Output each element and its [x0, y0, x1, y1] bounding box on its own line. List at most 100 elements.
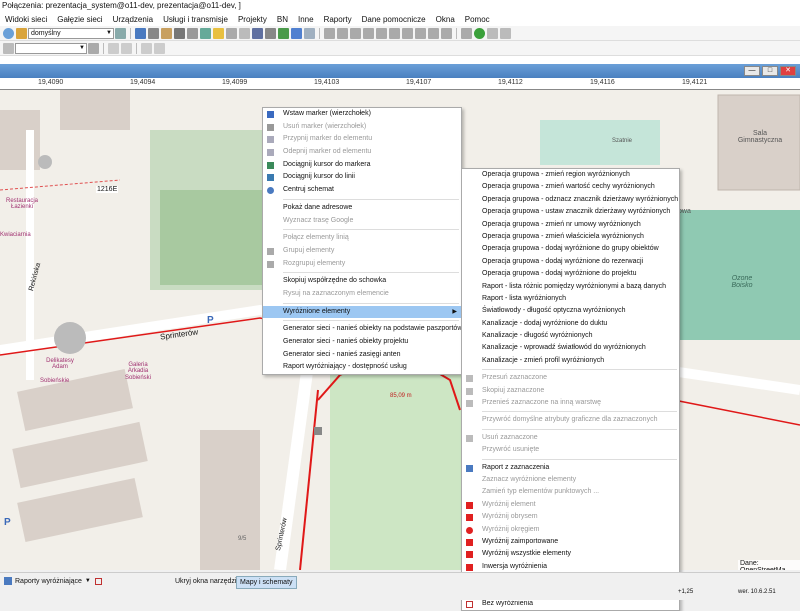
menu-item-7[interactable]: Raporty: [319, 15, 357, 24]
submenu-item[interactable]: Kanalizacje - dodaj wyróżnione do duktu: [462, 318, 679, 330]
submenu-item[interactable]: Zamień typ elementów punktowych ...: [462, 486, 679, 498]
dropdown-icon[interactable]: [154, 42, 165, 54]
submenu-item[interactable]: Wyróżnij okręgiem: [462, 524, 679, 536]
submenu-item[interactable]: Operacja grupowa - dodaj wyróżnione do r…: [462, 256, 679, 268]
settings-icon[interactable]: [115, 27, 126, 39]
menu-item-4[interactable]: Projekty: [233, 15, 272, 24]
context-menu-item[interactable]: Rysuj na zaznaczonym elemencie: [263, 288, 461, 301]
submenu-item[interactable]: Wyróżnij zaimportowane: [462, 536, 679, 548]
measure-icon[interactable]: [441, 27, 452, 39]
context-menu-item[interactable]: Skopiuj współrzędne do schowka: [263, 275, 461, 288]
menu-item-1[interactable]: Gałęzie sieci: [52, 15, 107, 24]
points-icon[interactable]: [304, 27, 315, 39]
context-menu-item[interactable]: Dociągnij kursor do linii: [263, 171, 461, 184]
context-menu-item[interactable]: Pokaż dane adresowe: [263, 202, 461, 215]
minimize-button[interactable]: —: [744, 66, 760, 76]
layer-combo[interactable]: ▼: [15, 42, 87, 54]
report-button[interactable]: Raporty wyróżniające ▼: [4, 577, 102, 585]
context-menu-item[interactable]: Centruj schemat: [263, 184, 461, 197]
submenu-item[interactable]: Raport - lista różnic pomiędzy wyróżnion…: [462, 281, 679, 293]
submenu-item[interactable]: Wyróżnij obrysem: [462, 511, 679, 523]
submenu-item[interactable]: Raport - lista wyróżnionych: [462, 293, 679, 305]
menu-item-6[interactable]: Inne: [293, 15, 319, 24]
context-menu-item[interactable]: Wstaw marker (wierzchołek): [263, 108, 461, 121]
close-button[interactable]: ✕: [780, 66, 796, 76]
map-icon[interactable]: [200, 27, 211, 39]
submenu-item[interactable]: Skopiuj zaznaczone: [462, 385, 679, 397]
frame-icon[interactable]: [239, 27, 250, 39]
forward-icon[interactable]: [389, 27, 400, 39]
context-menu-item[interactable]: Dociągnij kursor do markera: [263, 159, 461, 172]
select-icon[interactable]: [135, 27, 146, 39]
globe-icon[interactable]: [474, 27, 485, 39]
submenu-item[interactable]: Operacja grupowa - odznacz znacznik dzie…: [462, 194, 679, 206]
submenu-item[interactable]: Operacja grupowa - zmień właściciela wyr…: [462, 231, 679, 243]
submenu-item[interactable]: Kanalizacje - długość wyróżnionych: [462, 330, 679, 342]
context-menu-item[interactable]: Raport wyróżniający - dostępność usług: [263, 361, 461, 374]
menu-item-0[interactable]: Widoki sieci: [0, 15, 52, 24]
submenu-item[interactable]: Operacja grupowa - zmień region wyróżnio…: [462, 169, 679, 181]
filter-icon[interactable]: [88, 42, 99, 54]
menu-item-3[interactable]: Usługi i transmisje: [158, 15, 233, 24]
zoom-out-icon[interactable]: [337, 27, 348, 39]
style-combo[interactable]: domyślny ▼: [28, 27, 114, 39]
submenu-item[interactable]: Raport z zaznaczenia: [462, 462, 679, 474]
draw-polyline-icon[interactable]: [121, 42, 132, 54]
stop-icon[interactable]: [402, 27, 413, 39]
pan-icon[interactable]: [148, 27, 159, 39]
submenu-item[interactable]: Światłowody - długość optyczna wyróżnion…: [462, 305, 679, 317]
tree-icon[interactable]: [278, 27, 289, 39]
submenu-item[interactable]: Usuń zaznaczone: [462, 432, 679, 444]
print-icon[interactable]: [187, 27, 198, 39]
menu-item-9[interactable]: Okna: [431, 15, 460, 24]
context-menu-item[interactable]: Połącz elementy linią: [263, 232, 461, 245]
context-menu-item[interactable]: Rozgrupuj elementy: [263, 258, 461, 271]
flag-icon[interactable]: [428, 27, 439, 39]
clear-icon[interactable]: [94, 577, 102, 585]
context-menu-item[interactable]: Odepnij marker od elementu: [263, 146, 461, 159]
maximize-button[interactable]: □: [762, 66, 778, 76]
network-node[interactable]: [314, 427, 322, 435]
fit-icon[interactable]: [350, 27, 361, 39]
context-menu-item[interactable]: Wyróżnione elementy ▶: [263, 305, 461, 319]
car-icon[interactable]: [174, 27, 185, 39]
zoom-icon[interactable]: [16, 27, 27, 39]
text-icon[interactable]: [141, 42, 152, 54]
layers-icon[interactable]: [3, 42, 14, 54]
menu-item-8[interactable]: Dane pomocnicze: [357, 15, 431, 24]
layer-icon[interactable]: [213, 27, 224, 39]
zoom-in-icon[interactable]: [324, 27, 335, 39]
submenu-item[interactable]: Wyróżnij element: [462, 499, 679, 511]
tab-maps-schemes[interactable]: Mapy i schematy: [236, 576, 297, 589]
context-menu-item[interactable]: Grupuj elementy: [263, 245, 461, 258]
link-icon[interactable]: [461, 27, 472, 39]
menu-item-2[interactable]: Urządzenia: [108, 15, 158, 24]
submenu-item[interactable]: Przywróć usunięte: [462, 444, 679, 456]
submenu-item[interactable]: Kanalizacje - wprowadź światłowód do wyr…: [462, 342, 679, 354]
bookmark-icon[interactable]: [415, 27, 426, 39]
select-area-icon[interactable]: [291, 27, 302, 39]
submenu-item[interactable]: Operacja grupowa - dodaj wyróżnione do g…: [462, 243, 679, 255]
context-menu-item[interactable]: Usuń marker (wierzchołek): [263, 121, 461, 134]
menu-item-5[interactable]: BN: [272, 15, 293, 24]
draw-line-icon[interactable]: [108, 42, 119, 54]
submenu-item[interactable]: Operacja grupowa - zmień nr umowy wyróżn…: [462, 219, 679, 231]
crop-icon[interactable]: [265, 27, 276, 39]
refresh-icon[interactable]: [363, 27, 374, 39]
submenu-item[interactable]: Wyróżnij wszystkie elementy: [462, 548, 679, 560]
submenu-item[interactable]: Przywróć domyślne atrybuty graficzne dla…: [462, 414, 679, 426]
person-icon[interactable]: [487, 27, 498, 39]
grid-icon[interactable]: [226, 27, 237, 39]
submenu-item[interactable]: Zaznacz wyróżnione elementy: [462, 474, 679, 486]
submenu-item[interactable]: Przenieś zaznaczone na inną warstwę: [462, 397, 679, 409]
context-menu-item[interactable]: Wyznacz trasę Google: [263, 215, 461, 228]
back-icon[interactable]: [376, 27, 387, 39]
context-menu-item[interactable]: Generator sieci - nanieś obiekty projekt…: [263, 336, 461, 349]
submenu-item[interactable]: Operacja grupowa - dodaj wyróżnione do p…: [462, 268, 679, 280]
context-menu-item[interactable]: Generator sieci - nanieś obiekty na pods…: [263, 323, 462, 336]
menu-item-10[interactable]: Pomoc: [460, 15, 495, 24]
hide-tools-button[interactable]: Ukryj okna narzędzi: [172, 576, 239, 587]
submenu-item[interactable]: Operacja grupowa - ustaw znacznik dzierż…: [462, 206, 679, 218]
lock-icon[interactable]: [252, 27, 263, 39]
context-menu-item[interactable]: Generator sieci - nanieś zasięgi anten: [263, 349, 461, 362]
